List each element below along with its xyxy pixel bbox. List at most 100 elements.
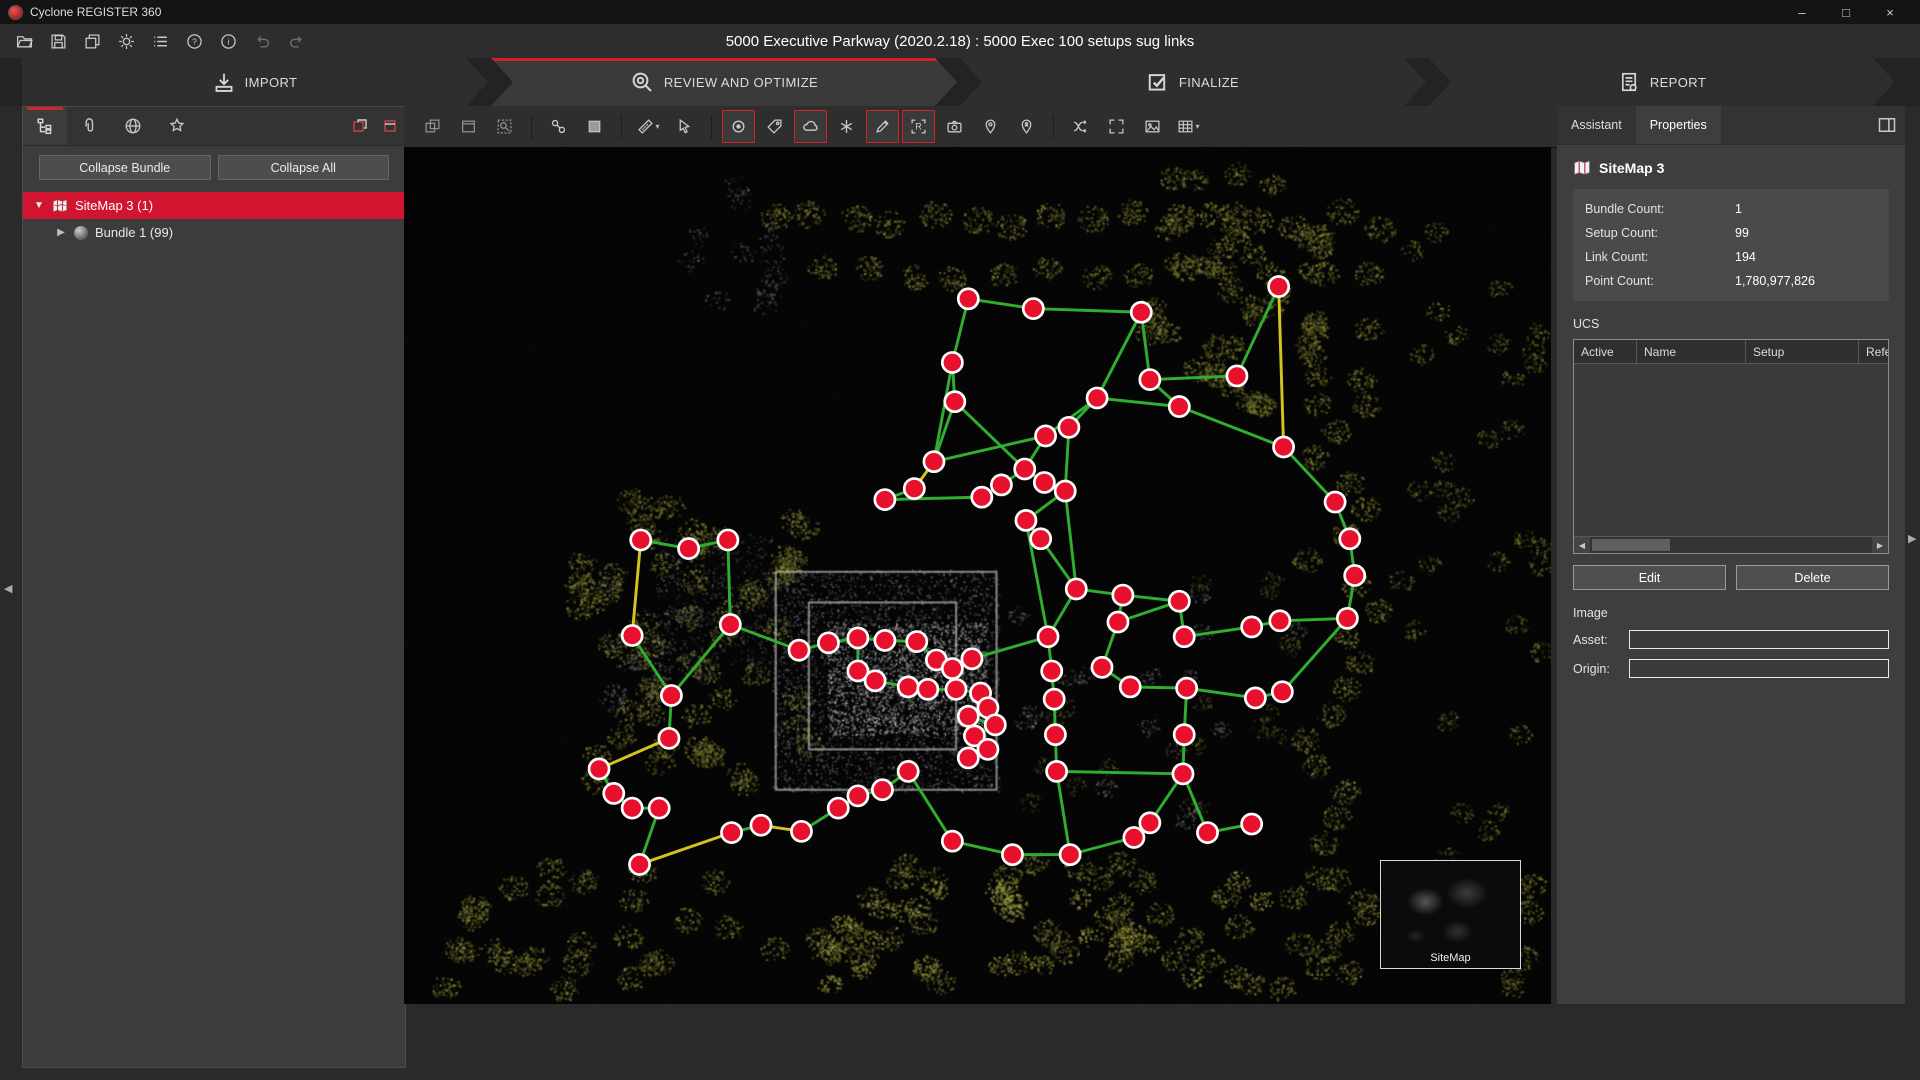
float-panel-button[interactable] — [345, 107, 375, 145]
setup-node[interactable] — [1270, 611, 1290, 631]
setup-node[interactable] — [1173, 764, 1193, 784]
setup-node[interactable] — [1015, 459, 1035, 479]
setup-node[interactable] — [1066, 579, 1086, 599]
grid-dropdown-caret-icon[interactable]: ▾ — [1195, 122, 1199, 131]
setup-node[interactable] — [1140, 370, 1160, 390]
info-button[interactable]: i — [214, 28, 242, 54]
ucs-horizontal-scrollbar[interactable]: ◀ ▶ — [1574, 536, 1888, 553]
setup-node[interactable] — [907, 632, 927, 652]
setup-node[interactable] — [1034, 472, 1054, 492]
setup-link[interactable] — [885, 497, 982, 499]
setup-node[interactable] — [865, 671, 885, 691]
setup-node[interactable] — [1124, 827, 1144, 847]
setup-node[interactable] — [875, 630, 895, 650]
setup-node[interactable] — [848, 786, 868, 806]
tree-item-sitemap[interactable]: ▼ SiteMap 3 (1) — [23, 192, 405, 219]
tab-assistant[interactable]: Assistant — [1557, 106, 1636, 144]
setup-node[interactable] — [1036, 426, 1056, 446]
close-button[interactable]: × — [1868, 0, 1912, 24]
cloud-visibility-button[interactable] — [794, 110, 827, 143]
tab-favorites[interactable] — [155, 107, 199, 145]
pick-point-button[interactable] — [668, 110, 701, 143]
setup-node[interactable] — [972, 487, 992, 507]
help-button[interactable]: ? — [180, 28, 208, 54]
list-button[interactable] — [146, 28, 174, 54]
setup-node[interactable] — [1060, 845, 1080, 865]
screenshot-button[interactable] — [938, 110, 971, 143]
ucs-table[interactable]: Active Name Setup Refe ◀ ▶ — [1573, 339, 1889, 554]
setup-node[interactable] — [1042, 661, 1062, 681]
setup-node[interactable] — [1174, 725, 1194, 745]
setup-node[interactable] — [1227, 366, 1247, 386]
setup-node[interactable] — [872, 780, 892, 800]
setup-link[interactable] — [1097, 312, 1141, 398]
setup-node[interactable] — [589, 759, 609, 779]
setup-node[interactable] — [1274, 437, 1294, 457]
setup-node[interactable] — [942, 831, 962, 851]
setup-link[interactable] — [1150, 376, 1237, 380]
setup-node[interactable] — [1272, 682, 1292, 702]
setup-link[interactable] — [640, 833, 732, 865]
redo-button[interactable] — [282, 28, 310, 54]
tab-site-tree[interactable] — [23, 107, 67, 145]
save-button[interactable] — [44, 28, 72, 54]
setup-node[interactable] — [962, 649, 982, 669]
setup-link[interactable] — [599, 738, 669, 769]
scroll-right-icon[interactable]: ▶ — [1872, 537, 1888, 553]
setup-node[interactable] — [898, 761, 918, 781]
user-location-button[interactable] — [1010, 110, 1043, 143]
setup-node[interactable] — [1269, 277, 1289, 297]
setup-node[interactable] — [649, 798, 669, 818]
setup-node[interactable] — [978, 739, 998, 759]
setup-node[interactable] — [1242, 814, 1262, 834]
background-color-button[interactable] — [578, 110, 611, 143]
setup-node[interactable] — [718, 530, 738, 550]
setup-node[interactable] — [924, 452, 944, 472]
setup-node[interactable] — [659, 728, 679, 748]
edit-button[interactable]: Edit — [1573, 565, 1726, 590]
image-overlay-button[interactable] — [1136, 110, 1169, 143]
tab-geotags[interactable] — [111, 107, 155, 145]
setup-node[interactable] — [751, 815, 771, 835]
setup-link[interactable] — [1057, 771, 1183, 773]
setup-node[interactable] — [946, 679, 966, 699]
setup-node[interactable] — [958, 289, 978, 309]
collapse-all-button[interactable]: Collapse All — [218, 155, 390, 180]
collapse-bundle-button[interactable]: Collapse Bundle — [39, 155, 211, 180]
duplicate-button[interactable] — [78, 28, 106, 54]
tag-button[interactable] — [758, 110, 791, 143]
setup-node[interactable] — [1131, 302, 1151, 322]
setup-node[interactable] — [679, 539, 699, 559]
left-panel-collapse-handle[interactable]: ◀ — [4, 582, 18, 595]
undo-button[interactable] — [248, 28, 276, 54]
setup-node[interactable] — [661, 685, 681, 705]
setup-node[interactable] — [1059, 417, 1079, 437]
setup-visibility-button[interactable] — [722, 110, 755, 143]
setup-node[interactable] — [898, 677, 918, 697]
setup-node[interactable] — [1016, 510, 1036, 530]
tab-finalize[interactable]: FINALIZE — [960, 58, 1426, 106]
minimize-button[interactable]: – — [1780, 0, 1824, 24]
setup-node[interactable] — [958, 706, 978, 726]
setup-node[interactable] — [1325, 492, 1345, 512]
setup-node[interactable] — [1047, 761, 1067, 781]
setup-node[interactable] — [789, 640, 809, 660]
setup-node[interactable] — [1169, 591, 1189, 611]
setup-node[interactable] — [818, 633, 838, 653]
setup-node[interactable] — [918, 679, 938, 699]
setup-node[interactable] — [1169, 397, 1189, 417]
right-panel-collapse-handle[interactable]: ▶ — [1908, 532, 1920, 545]
split-links-button[interactable] — [1064, 110, 1097, 143]
setup-node[interactable] — [1023, 299, 1043, 319]
setup-node[interactable] — [1174, 627, 1194, 647]
setup-link[interactable] — [934, 362, 952, 461]
open-project-button[interactable] — [10, 28, 38, 54]
setup-node[interactable] — [904, 479, 924, 499]
setup-node[interactable] — [604, 783, 624, 803]
setup-node[interactable] — [1337, 608, 1357, 628]
setup-link[interactable] — [632, 540, 641, 635]
setup-node[interactable] — [848, 628, 868, 648]
annotate-button[interactable] — [866, 110, 899, 143]
origin-input[interactable] — [1629, 659, 1889, 678]
setup-node[interactable] — [991, 475, 1011, 495]
